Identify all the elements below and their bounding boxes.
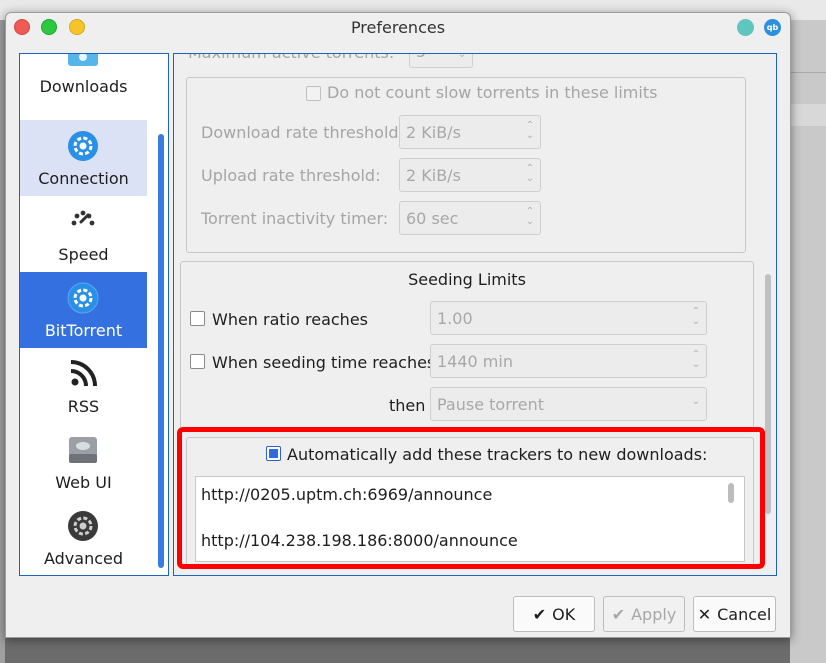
- auto-add-trackers-label: Automatically add these trackers to new …: [287, 445, 708, 464]
- window-title: Preferences: [350, 18, 446, 37]
- spinbox-value: 1440 min: [437, 352, 513, 371]
- inactivity-timer-label: Torrent inactivity timer:: [201, 209, 389, 228]
- sidebar-item-web-ui[interactable]: Web UI: [20, 424, 147, 500]
- trackers-scrollbar-thumb[interactable]: [728, 483, 734, 503]
- download-threshold-label: Download rate threshold:: [201, 123, 404, 142]
- checkmark-icon: ✔: [611, 605, 626, 624]
- title-bar[interactable]: Preferences qb: [6, 13, 790, 41]
- spinbox-value: 2 KiB/s: [406, 123, 461, 142]
- sidebar-item-downloads[interactable]: Downloads: [20, 54, 147, 104]
- rss-icon: [70, 360, 97, 387]
- stepper-arrows-icon[interactable]: ⌃⌄: [690, 350, 702, 372]
- trackers-groupbox: Automatically add these trackers to new …: [186, 437, 754, 567]
- auto-add-trackers-checkbox[interactable]: [266, 446, 281, 461]
- sidebar-item-label: RSS: [67, 397, 100, 416]
- stepper-arrows-icon[interactable]: ⌃⌄: [456, 54, 468, 62]
- download-threshold-spinbox[interactable]: 2 KiB/s ⌃ ⌄: [399, 115, 541, 149]
- sidebar-item-advanced[interactable]: Advanced: [20, 500, 147, 575]
- spinbox-value: 60 sec: [406, 209, 459, 228]
- select-value: Pause torrent: [437, 395, 544, 414]
- sidebar-item-label: Advanced: [43, 549, 124, 568]
- spinbox-value: 5: [416, 54, 426, 61]
- sidebar-item-label: Speed: [58, 245, 109, 264]
- stepper-arrows-icon[interactable]: ⌃⌄: [524, 164, 536, 186]
- background-divider: [790, 72, 826, 73]
- sidebar-item-label: Connection: [38, 169, 129, 188]
- seeding-limits-groupbox: Seeding Limits When ratio reaches 1.00 ⌃…: [180, 261, 754, 431]
- downloads-icon: [68, 54, 98, 66]
- inactivity-timer-spinbox[interactable]: 60 sec ⌃ ⌄: [399, 201, 541, 235]
- then-label: then: [389, 396, 426, 415]
- upload-threshold-spinbox[interactable]: 2 KiB/s ⌃ ⌄: [399, 158, 541, 192]
- ratio-checkbox-label: When ratio reaches: [212, 310, 368, 329]
- slow-torrents-checkbox[interactable]: [306, 86, 321, 101]
- max-active-torrents-spinbox[interactable]: 5 ⌃⌄: [409, 54, 473, 68]
- upload-threshold-label: Upload rate threshold:: [201, 166, 381, 185]
- background-row: [790, 104, 826, 126]
- stepper-arrows-icon[interactable]: ⌃⌄: [524, 121, 536, 143]
- seeding-time-checkbox[interactable]: [190, 354, 205, 369]
- ratio-spinbox[interactable]: 1.00 ⌃ ⌄: [430, 301, 707, 335]
- seeding-time-spinbox[interactable]: 1440 min ⌃ ⌄: [430, 344, 707, 378]
- background-app-panel: [790, 20, 826, 663]
- spinbox-value: 2 KiB/s: [406, 166, 461, 185]
- settings-scrollbar-thumb[interactable]: [765, 274, 771, 514]
- cancel-button[interactable]: ✕ Cancel: [693, 596, 776, 632]
- close-icon: ✕: [697, 605, 712, 624]
- connection-icon: [68, 131, 98, 161]
- bittorrent-settings-panel: Maximum active torrents: 5 ⌃⌄ Do not cou…: [173, 53, 777, 576]
- bittorrent-icon: [67, 282, 99, 314]
- tracker-url: http://104.238.198.186:8000/announce: [201, 531, 518, 550]
- apply-button-label: Apply: [631, 605, 677, 624]
- max-active-torrents-label: Maximum active torrents:: [188, 54, 394, 62]
- advanced-icon: [68, 511, 98, 541]
- speed-icon: [71, 210, 95, 226]
- chevron-down-icon[interactable]: ⌄: [690, 397, 702, 419]
- qbittorrent-icon: qb: [764, 19, 781, 36]
- trackers-textarea[interactable]: http://0205.uptm.ch:6969/announce http:/…: [195, 476, 745, 562]
- sidebar-scrollbar-thumb[interactable]: [158, 134, 164, 568]
- sidebar-item-rss[interactable]: RSS: [20, 348, 147, 424]
- sidebar-item-label: Web UI: [55, 473, 112, 492]
- seeding-action-select[interactable]: Pause torrent ⌄: [430, 387, 707, 421]
- settings-sidebar: Downloads Connection Speed BitTorrent RS…: [19, 53, 169, 576]
- stepper-arrows-icon[interactable]: ⌃⌄: [690, 307, 702, 329]
- web-ui-icon: [69, 437, 97, 463]
- sidebar-item-speed[interactable]: Speed: [20, 196, 147, 272]
- ratio-checkbox[interactable]: [190, 311, 205, 326]
- spinbox-value: 1.00: [437, 309, 473, 328]
- stepper-arrows-icon[interactable]: ⌃⌄: [524, 207, 536, 229]
- sidebar-item-connection[interactable]: Connection: [20, 120, 147, 196]
- sidebar-item-bittorrent[interactable]: BitTorrent: [20, 272, 147, 348]
- checkmark-icon: ✔: [532, 605, 547, 624]
- status-dot-icon: [737, 19, 754, 36]
- sidebar-item-label: Downloads: [39, 77, 128, 96]
- ok-button-label: OK: [552, 605, 576, 624]
- slow-torrents-checkbox-label: Do not count slow torrents in these limi…: [327, 83, 658, 102]
- settings-scrollbar[interactable]: [760, 54, 776, 575]
- slow-torrents-groupbox: Do not count slow torrents in these limi…: [186, 77, 746, 253]
- preferences-window: Preferences qb Downloads Connection Spee…: [5, 12, 791, 638]
- sidebar-item-label: BitTorrent: [44, 321, 123, 340]
- seeding-time-checkbox-label: When seeding time reaches: [212, 353, 436, 372]
- ok-button[interactable]: ✔ OK: [513, 596, 595, 632]
- tracker-url: http://0205.uptm.ch:6969/announce: [201, 485, 493, 504]
- cancel-button-label: Cancel: [717, 605, 772, 624]
- apply-button[interactable]: ✔ Apply: [603, 596, 685, 632]
- seeding-limits-title: Seeding Limits: [408, 270, 526, 289]
